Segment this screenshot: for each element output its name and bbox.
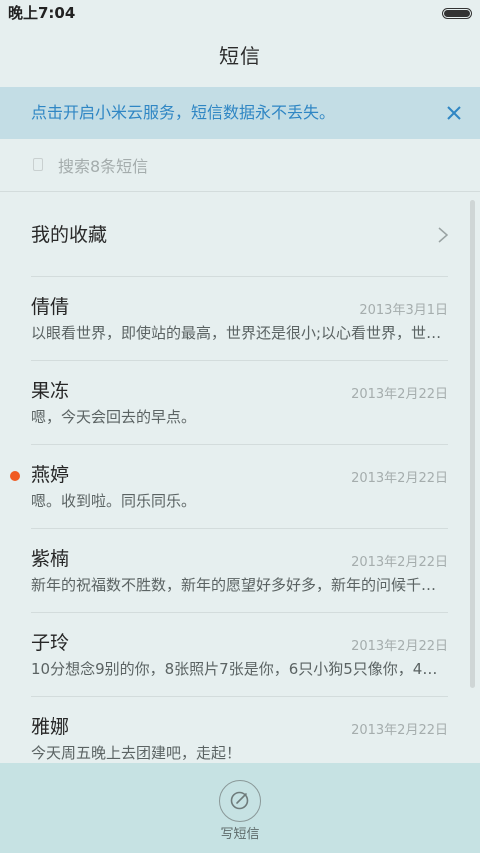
title-bar: 短信	[0, 26, 480, 86]
message-preview: 今天周五晚上去团建吧，走起！	[31, 744, 242, 762]
compose-icon	[230, 791, 249, 810]
message-date: 2013年2月22日	[351, 639, 448, 654]
message-preview: 嗯。收到啦。同乐同乐。	[31, 492, 197, 510]
message-preview: 10分想念9别的你，8张照片7张是你，6只小狗5只像你，4季变换3心想你	[31, 660, 448, 678]
battery-icon	[442, 8, 472, 19]
message-row[interactable]: 果冻 2013年2月22日 嗯，今天会回去的早点。	[31, 361, 448, 445]
status-bar: 晚上7:04	[0, 0, 480, 26]
unread-dot-icon	[10, 471, 20, 481]
message-date: 2013年2月22日	[351, 723, 448, 738]
message-row[interactable]: 燕婷 2013年2月22日 嗯。收到啦。同乐同乐。	[10, 445, 448, 529]
bottom-bar: 写短信	[0, 763, 480, 853]
cloud-service-banner[interactable]: 点击开启小米云服务，短信数据永不丢失。	[0, 87, 480, 139]
contact-name: 子玲	[31, 632, 70, 654]
message-row[interactable]: 倩倩 2013年3月1日 以眼看世界，即使站的最高，世界还是很小;以心看世界，世…	[31, 277, 448, 361]
message-date: 2013年2月22日	[351, 555, 448, 570]
message-row[interactable]: 雅娜 2013年2月22日 今天周五晚上去团建吧，走起！	[31, 697, 448, 763]
banner-text[interactable]: 点击开启小米云服务，短信数据永不丢失。	[31, 87, 335, 139]
page-title: 短信	[219, 44, 261, 68]
search-icon	[33, 158, 43, 171]
chevron-right-icon	[438, 227, 449, 243]
message-date: 2013年2月22日	[351, 387, 448, 402]
close-icon[interactable]	[442, 101, 466, 125]
message-date: 2013年2月22日	[351, 471, 448, 486]
message-list[interactable]: 我的收藏 倩倩 2013年3月1日 以眼看世界，即使站的最高，世界还是很小;以心…	[0, 193, 480, 763]
contact-name: 果冻	[31, 380, 70, 402]
compose-button[interactable]	[219, 780, 261, 822]
message-preview: 嗯，今天会回去的早点。	[31, 408, 197, 426]
contact-name: 倩倩	[31, 296, 70, 318]
contact-name: 紫楠	[31, 548, 70, 570]
favorites-row[interactable]: 我的收藏	[31, 193, 449, 277]
message-row[interactable]: 紫楠 2013年2月22日 新年的祝福数不胜数，新年的愿望好多好多，新年的问候千…	[31, 529, 448, 613]
search-bar[interactable]	[0, 140, 480, 192]
search-input[interactable]	[58, 140, 438, 192]
favorites-label: 我的收藏	[31, 224, 108, 246]
message-row[interactable]: 子玲 2013年2月22日 10分想念9别的你，8张照片7张是你，6只小狗5只像…	[31, 613, 448, 697]
message-preview: 新年的祝福数不胜数，新年的愿望好多好多，新年的问候千言万语	[31, 576, 448, 594]
message-preview: 以眼看世界，即使站的最高，世界还是很小;以心看世界，世界还是很大	[31, 324, 448, 342]
status-time: 晚上7:04	[8, 4, 76, 22]
scrollbar[interactable]	[470, 200, 475, 688]
compose-label[interactable]: 写短信	[0, 827, 480, 843]
message-date: 2013年3月1日	[359, 303, 448, 318]
contact-name: 雅娜	[31, 716, 70, 738]
contact-name: 燕婷	[31, 464, 70, 486]
